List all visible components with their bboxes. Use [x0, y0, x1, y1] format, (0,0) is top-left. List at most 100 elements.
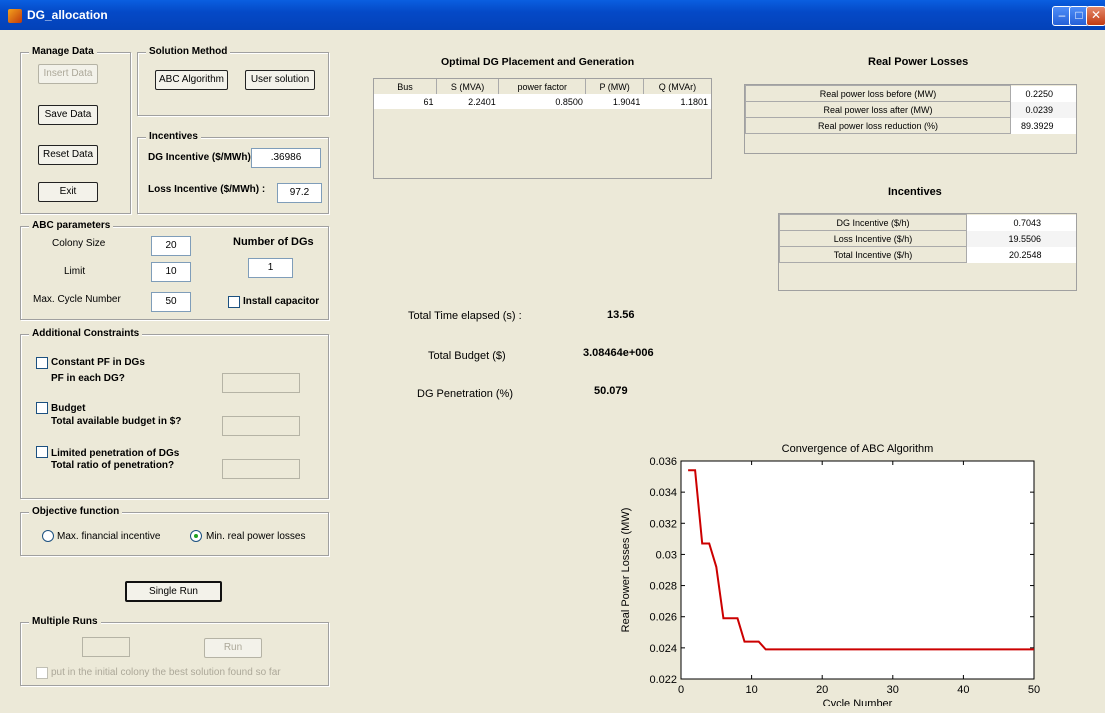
col-header: Bus: [374, 79, 437, 94]
min-losses-radio[interactable]: [190, 530, 202, 542]
radio-selected-dot: [194, 534, 198, 538]
window-title: DG_allocation: [27, 8, 108, 22]
incentives-title: Incentives: [888, 186, 942, 198]
table-cell[interactable]: 61: [374, 94, 437, 109]
exit-button[interactable]: Exit: [38, 182, 98, 202]
constraints-legend: Additional Constraints: [29, 328, 143, 339]
abc-algorithm-button[interactable]: ABC Algorithm: [155, 70, 228, 90]
budget-input[interactable]: [222, 416, 300, 436]
penetration-input[interactable]: [222, 459, 300, 479]
constant-pf-label: Constant PF in DGs: [51, 357, 145, 368]
y-tick-label: 0.024: [649, 643, 677, 655]
dg-penetration-value: 50.079: [594, 385, 628, 397]
close-button[interactable]: ✕: [1086, 6, 1105, 26]
chart-title: Convergence of ABC Algorithm: [782, 443, 934, 455]
dg-penetration-label: DG Penetration (%): [417, 388, 513, 400]
x-tick-label: 20: [816, 684, 828, 696]
table-cell[interactable]: 1.9041: [586, 94, 644, 109]
table-cell[interactable]: 0.2250: [1010, 85, 1076, 102]
incentives-table: DG Incentive ($/h) 0.7043 Loss Incentive …: [778, 213, 1077, 291]
max-incentive-label: Max. financial incentive: [57, 531, 161, 542]
time-elapsed-value: 13.56: [607, 309, 635, 321]
matlab-app-icon: [8, 9, 22, 23]
max-cycle-label: Max. Cycle Number: [33, 294, 121, 305]
table-row: DG Incentive ($/h) 0.7043: [779, 214, 1076, 231]
manage-data-legend: Manage Data: [29, 46, 97, 57]
y-tick-label: 0.036: [649, 456, 677, 468]
row-label: Real power loss before (MW): [745, 85, 1011, 102]
penetration-question-label: Total ratio of penetration?: [51, 460, 175, 471]
runs-count-input[interactable]: [82, 637, 130, 657]
install-capacitor-checkbox[interactable]: [228, 296, 240, 308]
table-cell[interactable]: 2.2401: [437, 94, 499, 109]
colony-size-label: Colony Size: [52, 238, 106, 249]
table-cell[interactable]: 1.1801: [643, 94, 711, 109]
max-cycle-input[interactable]: 50: [151, 292, 191, 312]
max-incentive-radio[interactable]: [42, 530, 54, 542]
dg-incentive-input[interactable]: .36986: [251, 148, 321, 168]
dg-incentive-label: DG Incentive ($/MWh) :: [148, 152, 257, 163]
table-row: Real power loss reduction (%) 89.3929: [745, 117, 1076, 134]
table-row: Real power loss before (MW) 0.2250: [745, 85, 1076, 102]
num-dgs-input[interactable]: 1: [248, 258, 293, 278]
table-cell[interactable]: 0.8500: [499, 94, 586, 109]
table-cell[interactable]: 0.7043: [966, 214, 1076, 231]
row-label: Real power loss after (MW): [745, 101, 1011, 118]
table-cell[interactable]: 0.0239: [1010, 101, 1076, 118]
row-label: Loss Incentive ($/h): [779, 230, 967, 247]
time-elapsed-label: Total Time elapsed (s) :: [408, 310, 522, 322]
x-tick-label: 30: [887, 684, 899, 696]
x-tick-label: 50: [1028, 684, 1040, 696]
y-tick-label: 0.03: [656, 549, 677, 561]
col-header: power factor: [498, 79, 587, 94]
install-capacitor-label: Install capacitor: [243, 296, 320, 307]
col-header: Q (MVAr): [658, 81, 697, 92]
table-row: Total Incentive ($/h) 20.2548: [779, 246, 1076, 263]
y-tick-label: 0.032: [649, 518, 677, 530]
objective-legend: Objective function: [29, 506, 123, 517]
table-cell[interactable]: 20.2548: [966, 246, 1076, 263]
multiple-runs-legend: Multiple Runs: [29, 616, 101, 627]
losses-title: Real Power Losses: [868, 56, 969, 68]
placement-title: Optimal DG Placement and Generation: [441, 56, 635, 68]
total-budget-value: 3.08464e+006: [583, 347, 654, 359]
colony-size-input[interactable]: 20: [151, 236, 191, 256]
budget-checkbox[interactable]: [36, 402, 48, 414]
y-tick-label: 0.026: [649, 612, 677, 624]
constant-pf-checkbox[interactable]: [36, 357, 48, 369]
y-axis-label: Real Power Losses (MW): [620, 508, 632, 633]
limit-input[interactable]: 10: [151, 262, 191, 282]
y-tick-label: 0.022: [649, 674, 677, 686]
save-data-button[interactable]: Save Data: [38, 105, 98, 125]
single-run-button[interactable]: Single Run: [125, 581, 222, 602]
budget-label: Budget: [51, 403, 86, 414]
table-row: Real power loss after (MW) 0.0239: [745, 101, 1076, 118]
solution-method-legend: Solution Method: [146, 46, 231, 57]
user-solution-button[interactable]: User solution: [245, 70, 315, 90]
pf-question-label: PF in each DG?: [51, 373, 125, 384]
table-cell[interactable]: 19.5506: [966, 230, 1076, 247]
x-tick-label: 0: [678, 684, 684, 696]
y-tick-label: 0.028: [649, 581, 677, 593]
best-solution-checkbox[interactable]: [36, 667, 48, 679]
budget-question-label: Total available budget in $?: [51, 416, 182, 427]
row-label: Total Incentive ($/h): [779, 246, 967, 263]
limited-penetration-checkbox[interactable]: [36, 446, 48, 458]
reset-data-button[interactable]: Reset Data: [38, 145, 98, 165]
insert-data-button[interactable]: Insert Data: [38, 64, 98, 84]
run-button[interactable]: Run: [204, 638, 262, 658]
table-row: Loss Incentive ($/h) 19.5506: [779, 230, 1076, 247]
x-tick-label: 10: [745, 684, 757, 696]
incentives-input-legend: Incentives: [146, 131, 201, 142]
total-budget-label: Total Budget ($): [428, 350, 506, 362]
plot-area: [680, 460, 1035, 680]
loss-incentive-input[interactable]: 97.2: [277, 183, 322, 203]
pf-input[interactable]: [222, 373, 300, 393]
limit-label: Limit: [64, 266, 86, 277]
table-cell[interactable]: 89.3929: [1010, 117, 1076, 134]
placement-table: Bus S (MVA) power factor P (MW) Q (MVAr)…: [373, 78, 712, 179]
row-label: DG Incentive ($/h): [779, 214, 967, 231]
table-row[interactable]: 61 2.2401 0.8500 1.9041 1.1801: [374, 94, 711, 109]
limited-penetration-label: Limited penetration of DGs: [51, 448, 180, 459]
x-tick-label: 40: [957, 684, 969, 696]
